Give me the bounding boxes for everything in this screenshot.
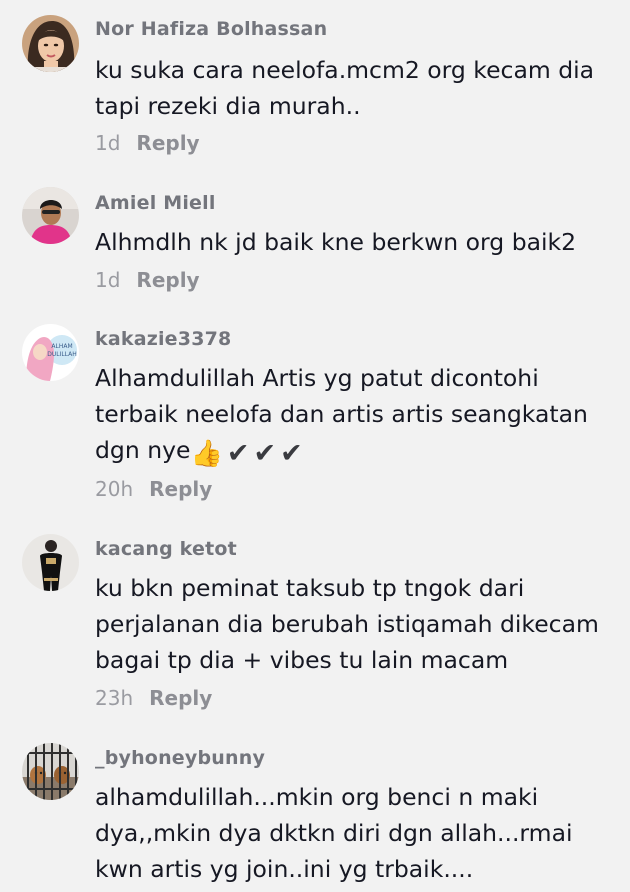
comment-text-line: terbaik neelofa dan artis artis seangkat…	[95, 400, 588, 428]
emoji-group: 👍 ✔ ✔ ✔	[190, 436, 302, 472]
comment-text-line: dgn nye👍 ✔ ✔ ✔	[95, 432, 615, 472]
man-pink-shirt-avatar-icon	[22, 187, 79, 244]
comment-text-line: tapi rezeki dia murah..	[95, 92, 361, 120]
comment-meta: 1d Reply	[95, 268, 200, 292]
comment-text: ku suka cara neelofa.mcm2 org kecam dia …	[95, 52, 615, 124]
avatar[interactable]	[22, 15, 79, 72]
avatar[interactable]	[22, 534, 79, 591]
comment-meta: 1d Reply	[95, 131, 200, 155]
avatar[interactable]	[22, 187, 79, 244]
avatar[interactable]	[22, 743, 79, 800]
comment-list: Nor Hafiza Bolhassan ku suka cara neelof…	[0, 0, 630, 892]
avatar-caption: DULILLAH	[47, 351, 77, 358]
thumbs-up-icon: 👍	[190, 439, 223, 469]
reply-button[interactable]: Reply	[149, 686, 212, 710]
check-mark-icon: ✔	[253, 438, 277, 469]
comment-text-line: Alhmdlh nk jd baik kne berkwn org baik2	[95, 228, 577, 256]
reply-button[interactable]: Reply	[136, 131, 199, 155]
avatar-caption: ALHAM	[51, 343, 72, 350]
check-mark-icon: ✔	[226, 438, 250, 469]
comment-meta: 20h Reply	[95, 477, 212, 501]
comment-text-line: alhamdulillah...mkin org benci n maki	[95, 783, 539, 811]
comment-text-fragment: dgn nye	[95, 436, 191, 464]
comment-username[interactable]: _byhoneybunny	[95, 747, 265, 769]
comment-text: alhamdulillah...mkin org benci n maki dy…	[95, 779, 615, 887]
woman-portrait-avatar-icon	[22, 15, 79, 72]
hijab-cartoon-avatar-icon: ALHAM DULILLAH	[22, 324, 79, 381]
reply-button[interactable]: Reply	[149, 477, 212, 501]
check-mark-icon: ✔	[280, 438, 303, 469]
pets-in-cage-avatar-icon	[22, 743, 79, 800]
comment-text: ku bkn peminat taksub tp tngok dari perj…	[95, 570, 615, 678]
comment-username[interactable]: Amiel Miell	[95, 192, 216, 214]
reply-button[interactable]: Reply	[136, 268, 199, 292]
comment-text-line: bagai tp dia + vibes tu lain macam	[95, 646, 509, 674]
comment-timestamp: 23h	[95, 686, 134, 710]
person-black-outfit-avatar-icon	[22, 534, 79, 591]
avatar[interactable]: ALHAM DULILLAH	[22, 324, 79, 381]
comment-text-line: dya,,mkin dya dktkn diri dgn allah...rma…	[95, 819, 573, 847]
comment-text: Alhmdlh nk jd baik kne berkwn org baik2	[95, 224, 615, 260]
comment-text-line: ku bkn peminat taksub tp tngok dari	[95, 574, 525, 602]
comment-username[interactable]: Nor Hafiza Bolhassan	[95, 18, 327, 40]
comment-timestamp: 1d	[95, 131, 121, 155]
comment-meta: 23h Reply	[95, 686, 212, 710]
comment-text-line: ku suka cara neelofa.mcm2 org kecam dia	[95, 56, 595, 84]
comment-text-line: perjalanan dia berubah istiqamah dikecam	[95, 610, 599, 638]
comment-text-line: kwn artis yg join..ini yg trbaik....	[95, 855, 474, 883]
comment-text: Alhamdulillah Artis yg patut dicontohi t…	[95, 360, 615, 472]
comment-username[interactable]: kacang ketot	[95, 538, 237, 560]
comment-timestamp: 1d	[95, 268, 121, 292]
comment-timestamp: 20h	[95, 477, 134, 501]
comment-username[interactable]: kakazie3378	[95, 328, 231, 350]
comment-text-line: Alhamdulillah Artis yg patut dicontohi	[95, 364, 539, 392]
